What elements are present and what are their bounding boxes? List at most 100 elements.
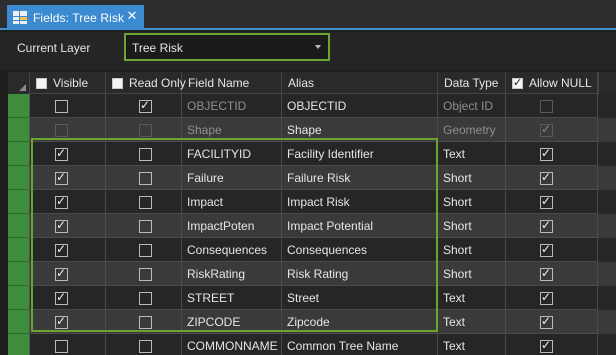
column-header-field-name[interactable]: Field Name [182,72,282,94]
read-only-cell [106,142,182,166]
visible-checkbox[interactable] [55,170,68,185]
alias-cell[interactable]: Consequences [282,238,438,262]
data-type-cell[interactable]: Object ID [438,94,506,118]
alias-cell[interactable]: Risk Rating [282,262,438,286]
visible-checkbox[interactable] [55,242,68,257]
row-header[interactable] [8,190,30,214]
column-header-visible[interactable]: Visible [30,72,106,94]
visible-checkbox[interactable] [55,266,68,281]
allow-null-checkbox[interactable] [540,194,553,209]
table-row[interactable]: STREETStreetText [8,286,616,310]
field-name-cell[interactable]: Impact [182,190,282,214]
column-header-alias[interactable]: Alias [282,72,438,94]
header-checkbox-allow-null[interactable] [512,76,523,89]
allow-null-cell [506,334,598,355]
allow-null-checkbox[interactable] [540,266,553,281]
read-only-checkbox[interactable] [139,220,152,233]
field-name-cell[interactable]: Shape [182,118,282,142]
read-only-checkbox[interactable] [139,196,152,209]
row-header[interactable] [8,310,30,334]
table-row[interactable]: RiskRatingRisk RatingShort [8,262,616,286]
row-header[interactable] [8,334,30,355]
alias-cell[interactable]: OBJECTID [282,94,438,118]
tab-label: Fields: Tree Risk [33,10,125,25]
visible-checkbox[interactable] [55,194,68,209]
table-row[interactable]: OBJECTIDOBJECTIDObject ID [8,94,616,118]
table-row[interactable]: COMMONNAME Common Tree Name Text [8,334,616,355]
row-header[interactable] [8,238,30,262]
data-type-cell[interactable]: Short [438,166,506,190]
row-header[interactable] [8,286,30,310]
field-name-cell[interactable]: STREET [182,286,282,310]
data-type-cell[interactable]: Short [438,190,506,214]
field-name-cell[interactable]: OBJECTID [182,94,282,118]
data-type-cell[interactable]: Text [438,334,506,355]
data-type-cell[interactable]: Short [438,238,506,262]
alias-cell[interactable]: Shape [282,118,438,142]
visible-checkbox[interactable] [55,340,68,353]
close-icon[interactable]: ✕ [125,9,139,23]
table-row[interactable]: Shape Shape Geometry [8,118,616,142]
allow-null-checkbox[interactable] [540,242,553,257]
allow-null-checkbox[interactable] [540,146,553,161]
table-row[interactable]: ImpactPotenImpact PotentialShort [8,214,616,238]
table-row[interactable]: ConsequencesConsequencesShort [8,238,616,262]
read-only-checkbox[interactable] [139,148,152,161]
alias-cell[interactable]: Impact Potential [282,214,438,238]
field-name-cell[interactable]: COMMONNAME [182,334,282,355]
allow-null-checkbox[interactable] [540,218,553,233]
alias-cell[interactable]: Failure Risk [282,166,438,190]
column-header-readonly[interactable]: Read Only [106,72,186,94]
data-type-cell[interactable]: Short [438,262,506,286]
row-header[interactable] [8,94,30,118]
field-name-cell[interactable]: ZIPCODE [182,310,282,334]
current-layer-dropdown[interactable]: Tree Risk [124,33,330,61]
visible-checkbox[interactable] [55,218,68,233]
visible-checkbox[interactable] [55,314,68,329]
column-header-allow-null[interactable]: Allow NULL [506,72,598,94]
alias-cell[interactable]: Impact Risk [282,190,438,214]
allow-null-checkbox[interactable] [540,290,553,305]
field-name-cell[interactable]: FACILITYID [182,142,282,166]
row-header[interactable] [8,118,30,142]
field-name-cell[interactable]: Consequences [182,238,282,262]
row-header[interactable] [8,262,30,286]
select-all-corner[interactable] [8,72,30,94]
allow-null-checkbox[interactable] [540,338,553,353]
table-row[interactable]: FACILITYIDFacility IdentifierText [8,142,616,166]
header-checkbox-readonly[interactable] [112,77,123,89]
data-type-cell[interactable]: Text [438,310,506,334]
read-only-checkbox[interactable] [139,340,152,353]
field-name-cell[interactable]: Failure [182,166,282,190]
read-only-checkbox[interactable] [139,244,152,257]
data-type-cell[interactable]: Geometry [438,118,506,142]
read-only-checkbox[interactable] [139,316,152,329]
row-header[interactable] [8,214,30,238]
data-type-cell[interactable]: Text [438,142,506,166]
row-header[interactable] [8,142,30,166]
table-row[interactable]: FailureFailure RiskShort [8,166,616,190]
alias-cell[interactable]: Common Tree Name [282,334,438,355]
table-row[interactable]: ZIPCODEZipcodeText [8,310,616,334]
alias-cell[interactable]: Zipcode [282,310,438,334]
tab-fields-tree-risk[interactable]: Fields: Tree Risk ✕ [7,5,144,30]
visible-checkbox[interactable] [55,290,68,305]
header-checkbox-visible[interactable] [36,77,47,89]
allow-null-checkbox[interactable] [540,170,553,185]
allow-null-checkbox[interactable] [540,314,553,329]
alias-cell[interactable]: Facility Identifier [282,142,438,166]
read-only-checkbox[interactable] [139,172,152,185]
read-only-checkbox[interactable] [139,292,152,305]
read-only-checkbox[interactable] [139,98,152,113]
visible-checkbox[interactable] [55,146,68,161]
table-row[interactable]: ImpactImpact RiskShort [8,190,616,214]
read-only-checkbox[interactable] [139,268,152,281]
data-type-cell[interactable]: Short [438,214,506,238]
column-header-data-type[interactable]: Data Type [438,72,506,94]
data-type-cell[interactable]: Text [438,286,506,310]
alias-cell[interactable]: Street [282,286,438,310]
visible-checkbox[interactable] [55,100,68,113]
row-header[interactable] [8,166,30,190]
field-name-cell[interactable]: RiskRating [182,262,282,286]
field-name-cell[interactable]: ImpactPoten [182,214,282,238]
